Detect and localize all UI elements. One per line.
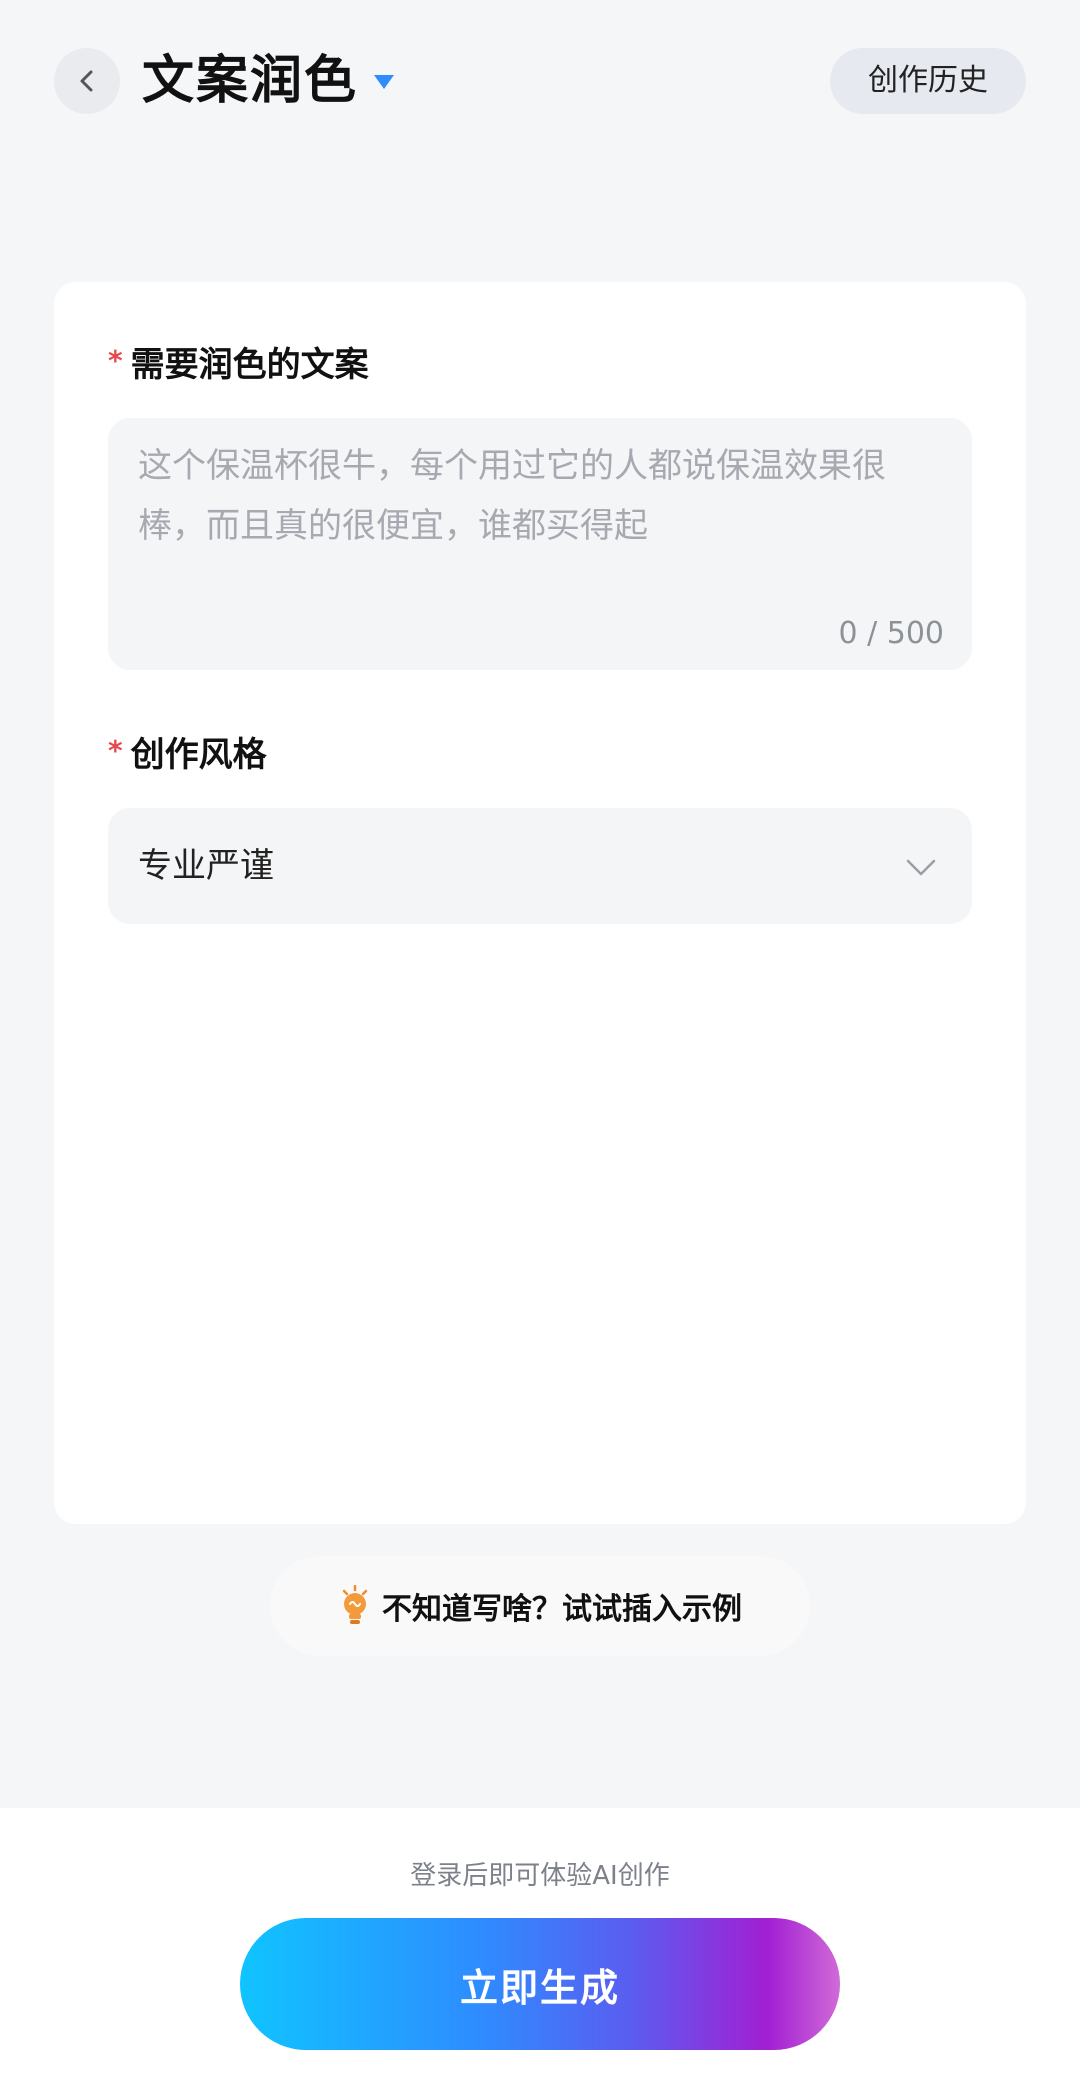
style-field-label-text: 创作风格: [130, 735, 267, 775]
page: 文案润色 创作历史 *需要润色的文案 0 / 500 *创作风格 专业严谨: [0, 0, 1080, 2079]
insert-example-text: 不知道写啥？试试插入示例: [382, 1592, 742, 1627]
style-field-label: * 创作风格: [108, 728, 267, 778]
creation-history-button[interactable]: 创作历史: [830, 48, 1026, 114]
chevron-left-icon: [80, 70, 93, 92]
style-select[interactable]: 专业严谨: [108, 808, 972, 924]
bottom-bar: 登录后即可体验AI创作 立即生成: [0, 1808, 1080, 2079]
copy-field-label-text: 需要润色的文案: [130, 345, 369, 385]
caret-down-icon[interactable]: [372, 72, 396, 92]
chevron-down-icon: [906, 859, 936, 876]
copy-textarea-box[interactable]: 0 / 500: [108, 418, 972, 670]
required-mark: *: [108, 734, 123, 767]
char-counter: 0 / 500: [838, 616, 944, 651]
lightbulb-icon: [342, 1585, 368, 1624]
login-note: 登录后即可体验AI创作: [410, 1861, 670, 1891]
insert-example-button[interactable]: 不知道写啥？试试插入示例: [270, 1556, 810, 1656]
generate-button[interactable]: 立即生成: [240, 1918, 840, 2050]
header: 文案润色 创作历史: [0, 0, 1080, 170]
style-select-value: 专业严谨: [138, 846, 274, 886]
copy-textarea[interactable]: [138, 436, 942, 596]
back-button[interactable]: [54, 48, 120, 114]
copy-field-label: * 需要润色的文案: [108, 338, 369, 388]
required-mark: *: [108, 344, 123, 377]
page-title[interactable]: 文案润色: [142, 46, 358, 116]
